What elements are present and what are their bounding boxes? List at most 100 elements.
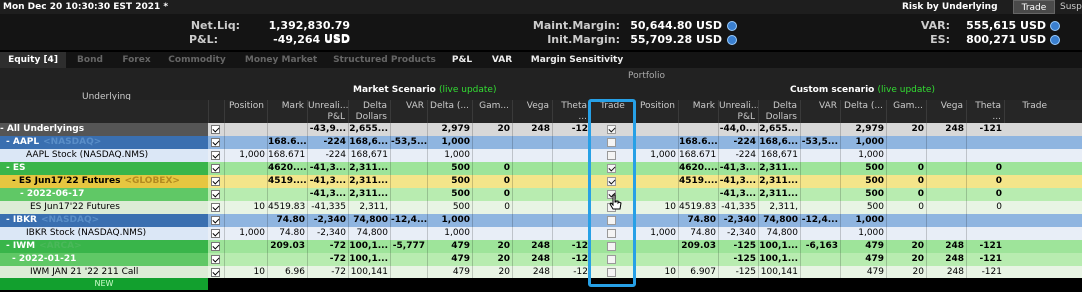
market-col-header-var[interactable]: VAR bbox=[390, 100, 427, 123]
market-col-header-mark[interactable]: Mark bbox=[267, 100, 307, 123]
trade-checkbox[interactable] bbox=[607, 229, 616, 238]
suspend-button[interactable]: Susp bbox=[1060, 0, 1082, 14]
table-row[interactable]: - 2022-06-17 -41,3... 2,311... 500 0 -41,3...… bbox=[0, 188, 1082, 201]
custom-cell-rtheta: -121 bbox=[966, 123, 1004, 136]
table-row[interactable]: - All Underlyings -43,9... 2,655... 2,979 20… bbox=[0, 123, 1082, 136]
underlying-name[interactable]: - 2022-06-17 bbox=[0, 188, 208, 201]
market-col-header-dd[interactable]: Delta Dollars bbox=[348, 100, 390, 123]
include-checkbox[interactable] bbox=[211, 125, 220, 134]
refresh-icon[interactable] bbox=[727, 35, 737, 45]
table-row[interactable]: - AAPL <NASDAQ> 168.6... -224 168,6... -53,5.… bbox=[0, 136, 1082, 149]
cell-gam: 0 bbox=[472, 175, 512, 188]
trade-checkbox[interactable] bbox=[607, 242, 616, 251]
underlying-name[interactable]: ES Jun17'22 Futures bbox=[0, 201, 208, 214]
custom-col-header-rtheta[interactable]: Theta ... bbox=[966, 100, 1004, 123]
custom-col-header-rpos[interactable]: Position bbox=[634, 100, 678, 123]
custom-col-header-rgam[interactable]: Gam... bbox=[886, 100, 926, 123]
tab-structured-products[interactable]: Structured Products bbox=[327, 52, 442, 68]
tab-equity[interactable]: Equity [4] bbox=[0, 52, 66, 68]
trade-checkbox[interactable] bbox=[607, 177, 616, 186]
custom-col-header-rvega[interactable]: Vega bbox=[926, 100, 966, 123]
underlying-name[interactable]: - ES bbox=[0, 162, 208, 175]
market-col-header-upl[interactable]: Unreali... P&L bbox=[307, 100, 348, 123]
underlying-name[interactable]: - AAPL <NASDAQ> bbox=[0, 136, 208, 149]
new-row-button[interactable]: NEW bbox=[0, 278, 208, 290]
custom-cell-rvega: 248 bbox=[926, 253, 966, 266]
market-col-header-pos[interactable]: Position bbox=[224, 100, 267, 123]
underlying-name[interactable]: - All Underlyings bbox=[0, 123, 208, 136]
trade-checkbox[interactable] bbox=[607, 138, 616, 147]
custom-col-header-rtrade[interactable]: Trade bbox=[1004, 100, 1050, 123]
trade-checkbox[interactable] bbox=[607, 125, 616, 134]
table-row[interactable]: - ES 4620.... -41,3... 2,311... 500 0 4620....… bbox=[0, 162, 1082, 175]
custom-cell-rupl: -44,0... bbox=[718, 123, 756, 136]
custom-col-header-rdd[interactable]: Delta Dollars bbox=[758, 100, 800, 123]
custom-col-header-rmark[interactable]: Mark bbox=[678, 100, 718, 123]
include-checkbox[interactable] bbox=[211, 229, 220, 238]
custom-col-header-rupl[interactable]: Unreali... P&L bbox=[718, 100, 758, 123]
trade-checkbox[interactable] bbox=[607, 268, 616, 277]
custom-cell-rdelta: 479 bbox=[840, 240, 886, 253]
tab-commodity[interactable]: Commodity bbox=[159, 52, 235, 68]
market-col-header-gam[interactable]: Gam... bbox=[472, 100, 512, 123]
tab-var[interactable]: VAR bbox=[482, 52, 522, 68]
refresh-icon[interactable] bbox=[1050, 21, 1060, 31]
tab-money-market[interactable]: Money Market bbox=[235, 52, 327, 68]
include-checkbox[interactable] bbox=[211, 151, 220, 160]
underlying-name[interactable]: - ES Jun17'22 Futures <GLOBEX> bbox=[0, 175, 208, 188]
include-checkbox[interactable] bbox=[211, 216, 220, 225]
include-checkbox[interactable] bbox=[211, 255, 220, 264]
cell-vega: 248 bbox=[512, 253, 552, 266]
trade-checkbox[interactable] bbox=[607, 255, 616, 264]
table-row[interactable]: - IBKR <NASDAQ> 74.80 -2,340 74,800 -12,4... 1… bbox=[0, 214, 1082, 227]
custom-cell-rtheta bbox=[966, 227, 1004, 240]
trade-checkbox[interactable] bbox=[607, 216, 616, 225]
include-checkbox[interactable] bbox=[211, 177, 220, 186]
cell-vega: 248 bbox=[512, 240, 552, 253]
trade-checkbox[interactable] bbox=[607, 151, 616, 160]
underlying-label: IBKR Stock (NASDAQ.NMS) bbox=[26, 228, 147, 238]
tab-pl[interactable]: P&L bbox=[442, 52, 482, 68]
market-col-header-delta[interactable]: Delta (... bbox=[427, 100, 472, 123]
tab-forex[interactable]: Forex bbox=[114, 52, 159, 68]
table-row[interactable]: AAPL Stock (NASDAQ.NMS) 1,000 168.671 -224 1… bbox=[0, 149, 1082, 162]
custom-col-header-rdelta[interactable]: Delta (... bbox=[840, 100, 886, 123]
trade-column-header[interactable]: Trade bbox=[590, 100, 634, 123]
grid-group-header bbox=[0, 68, 1082, 100]
custom-cell-rvega bbox=[926, 149, 966, 162]
include-checkbox[interactable] bbox=[211, 242, 220, 251]
custom-cell-rvar bbox=[800, 201, 840, 214]
cell-var bbox=[390, 253, 427, 266]
table-row[interactable]: IBKR Stock (NASDAQ.NMS) 1,000 74.80 -2,340 7… bbox=[0, 227, 1082, 240]
include-checkbox[interactable] bbox=[211, 190, 220, 199]
custom-cell-rgam: 0 bbox=[886, 201, 926, 214]
include-checkbox[interactable] bbox=[211, 138, 220, 147]
include-checkbox[interactable] bbox=[211, 203, 220, 212]
underlying-name[interactable]: AAPL Stock (NASDAQ.NMS) bbox=[0, 149, 208, 162]
cell-mark: 74.80 bbox=[267, 227, 307, 240]
underlying-name[interactable]: IBKR Stock (NASDAQ.NMS) bbox=[0, 227, 208, 240]
tab-bond[interactable]: Bond bbox=[66, 52, 114, 68]
tab-margin-sensitivity[interactable]: Margin Sensitivity bbox=[522, 52, 632, 68]
table-row[interactable]: - IWM <ARCA> 209.03 -72 100,1... -5,777 479 20 2… bbox=[0, 240, 1082, 253]
cell-vega: 248 bbox=[512, 123, 552, 136]
include-checkbox[interactable] bbox=[211, 164, 220, 173]
trade-button[interactable]: Trade bbox=[1013, 0, 1055, 14]
pl-value: -49,264 USD bbox=[273, 33, 350, 46]
underlying-name[interactable]: - IBKR <NASDAQ> bbox=[0, 214, 208, 227]
table-row[interactable]: - ES Jun17'22 Futures <GLOBEX> 4519.... -41… bbox=[0, 175, 1082, 188]
market-col-header-vega[interactable]: Vega bbox=[512, 100, 552, 123]
market-col-header-theta[interactable]: Theta ... bbox=[552, 100, 590, 123]
underlying-name[interactable]: - 2022-01-21 bbox=[0, 253, 208, 266]
cell-theta: -12 bbox=[552, 123, 590, 136]
table-row[interactable]: ES Jun17'22 Futures 10 4519.83 -41,335 2,311… bbox=[0, 201, 1082, 214]
table-row[interactable]: - 2022-01-21 -72 100,1... 479 20 248 -12 -125 10… bbox=[0, 253, 1082, 266]
custom-col-header-rvar[interactable]: VAR bbox=[800, 100, 840, 123]
cell-mark: 4519.... bbox=[267, 175, 307, 188]
include-checkbox[interactable] bbox=[211, 268, 220, 277]
trade-checkbox[interactable] bbox=[607, 164, 616, 173]
custom-cell-rupl: -125 bbox=[718, 253, 758, 266]
refresh-icon[interactable] bbox=[727, 21, 737, 31]
underlying-name[interactable]: - IWM <ARCA> bbox=[0, 240, 208, 253]
refresh-icon[interactable] bbox=[1050, 35, 1060, 45]
